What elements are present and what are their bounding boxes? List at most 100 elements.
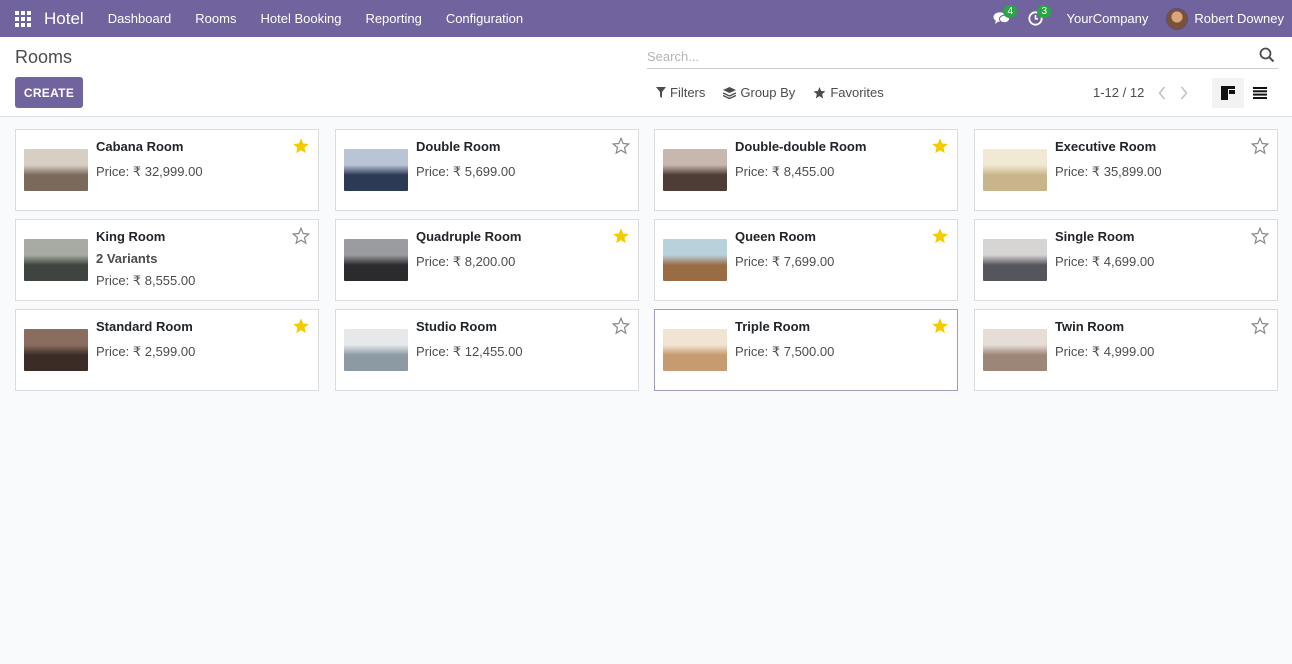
room-price: Price: ₹ 4,999.00 xyxy=(1055,344,1155,359)
room-price: Price: ₹ 8,555.00 xyxy=(96,273,196,288)
filters-button[interactable]: Filters xyxy=(656,85,705,100)
star-icon xyxy=(813,86,826,98)
star-outline-icon[interactable] xyxy=(612,317,630,335)
room-image xyxy=(24,239,88,281)
room-name: Studio Room xyxy=(416,319,497,334)
pager-value[interactable]: 1-12 / 12 xyxy=(1093,85,1144,100)
groupby-button[interactable]: Group By xyxy=(723,85,795,100)
messaging-menu[interactable]: 4 xyxy=(984,0,1018,37)
room-image xyxy=(983,329,1047,371)
room-card[interactable]: Standard Room Price: ₹ 2,599.00 xyxy=(15,309,319,391)
list-icon xyxy=(1253,87,1267,99)
activities-badge: 3 xyxy=(1037,5,1052,18)
menu-dashboard[interactable]: Dashboard xyxy=(96,0,184,37)
room-name: Queen Room xyxy=(735,229,816,244)
room-image xyxy=(983,149,1047,191)
company-switcher[interactable]: YourCompany xyxy=(1066,11,1148,26)
room-image xyxy=(344,239,408,281)
top-navbar: Hotel Dashboard Rooms Hotel Booking Repo… xyxy=(0,0,1292,37)
room-variants: 2 Variants xyxy=(96,251,158,266)
room-image xyxy=(983,239,1047,281)
room-price: Price: ₹ 12,455.00 xyxy=(416,344,523,359)
room-name: Triple Room xyxy=(735,319,811,334)
filters-label: Filters xyxy=(670,85,706,100)
activity-menu[interactable]: 3 xyxy=(1018,0,1052,37)
list-view-button[interactable] xyxy=(1244,78,1276,108)
room-image xyxy=(344,329,408,371)
room-card[interactable]: Cabana Room Price: ₹ 32,999.00 xyxy=(15,129,319,211)
star-filled-icon[interactable] xyxy=(292,137,310,155)
menu-rooms[interactable]: Rooms xyxy=(183,0,248,37)
room-card[interactable]: Studio Room Price: ₹ 12,455.00 xyxy=(335,309,639,391)
star-filled-icon[interactable] xyxy=(931,137,949,155)
room-price: Price: ₹ 8,455.00 xyxy=(735,164,835,179)
room-name: Standard Room xyxy=(96,319,193,334)
room-name: King Room xyxy=(96,229,166,244)
kanban-icon xyxy=(1221,86,1235,100)
room-name: Executive Room xyxy=(1055,139,1157,154)
app-name[interactable]: Hotel xyxy=(44,9,84,29)
create-button[interactable]: CREATE xyxy=(15,77,83,108)
favorites-label: Favorites xyxy=(830,85,884,100)
room-card[interactable]: Double-double Room Price: ₹ 8,455.00 xyxy=(654,129,958,211)
star-outline-icon[interactable] xyxy=(612,137,630,155)
room-price: Price: ₹ 2,599.00 xyxy=(96,344,196,359)
chevron-left-icon[interactable] xyxy=(1158,85,1166,100)
room-card[interactable]: Single Room Price: ₹ 4,699.00 xyxy=(974,219,1278,301)
messages-badge: 4 xyxy=(1003,5,1018,18)
control-panel: Rooms CREATE Filters Group By xyxy=(0,37,1292,117)
menu-reporting[interactable]: Reporting xyxy=(353,0,433,37)
room-image xyxy=(24,329,88,371)
menu-configuration[interactable]: Configuration xyxy=(434,0,535,37)
layers-icon xyxy=(723,86,737,99)
room-image xyxy=(663,149,727,191)
star-filled-icon[interactable] xyxy=(292,317,310,335)
pager: 1-12 / 12 xyxy=(1093,85,1188,100)
star-outline-icon[interactable] xyxy=(1251,137,1269,155)
avatar xyxy=(1166,7,1189,30)
star-outline-icon[interactable] xyxy=(1251,317,1269,335)
room-name: Twin Room xyxy=(1055,319,1125,334)
favorites-button[interactable]: Favorites xyxy=(813,85,884,100)
room-price: Price: ₹ 7,699.00 xyxy=(735,254,835,269)
room-card[interactable]: Queen Room Price: ₹ 7,699.00 xyxy=(654,219,958,301)
star-outline-icon[interactable] xyxy=(1251,227,1269,245)
room-price: Price: ₹ 35,899.00 xyxy=(1055,164,1162,179)
search-input[interactable] xyxy=(647,45,1247,67)
filter-icon xyxy=(656,87,666,98)
room-image xyxy=(663,239,727,281)
page-title: Rooms xyxy=(15,47,73,67)
user-name: Robert Downey xyxy=(1194,11,1284,26)
room-card[interactable]: Triple Room Price: ₹ 7,500.00 xyxy=(654,309,958,391)
room-price: Price: ₹ 5,699.00 xyxy=(416,164,516,179)
room-name: Cabana Room xyxy=(96,139,184,154)
room-price: Price: ₹ 4,699.00 xyxy=(1055,254,1155,269)
search-bar xyxy=(647,45,1278,69)
room-card[interactable]: Executive Room Price: ₹ 35,899.00 xyxy=(974,129,1278,211)
room-image xyxy=(663,329,727,371)
room-price: Price: ₹ 32,999.00 xyxy=(96,164,203,179)
star-filled-icon[interactable] xyxy=(612,227,630,245)
star-outline-icon[interactable] xyxy=(292,227,310,245)
groupby-label: Group By xyxy=(740,85,796,100)
kanban-view-button[interactable] xyxy=(1212,78,1244,108)
chevron-right-icon[interactable] xyxy=(1180,85,1188,100)
room-name: Double-double Room xyxy=(735,139,867,154)
room-name: Quadruple Room xyxy=(416,229,522,244)
star-filled-icon[interactable] xyxy=(931,317,949,335)
room-card[interactable]: Double Room Price: ₹ 5,699.00 xyxy=(335,129,639,211)
room-name: Single Room xyxy=(1055,229,1135,244)
apps-menu-icon[interactable] xyxy=(0,0,46,37)
room-image xyxy=(24,149,88,191)
star-filled-icon[interactable] xyxy=(931,227,949,245)
room-card[interactable]: King Room 2 Variants Price: ₹ 8,555.00 xyxy=(15,219,319,301)
menu-hotel-booking[interactable]: Hotel Booking xyxy=(248,0,353,37)
search-options: Filters Group By Favorites xyxy=(656,85,902,100)
search-icon[interactable] xyxy=(1258,46,1276,64)
room-price: Price: ₹ 8,200.00 xyxy=(416,254,516,269)
room-card[interactable]: Twin Room Price: ₹ 4,999.00 xyxy=(974,309,1278,391)
room-name: Double Room xyxy=(416,139,501,154)
room-image xyxy=(344,149,408,191)
room-card[interactable]: Quadruple Room Price: ₹ 8,200.00 xyxy=(335,219,639,301)
user-menu[interactable]: Robert Downey xyxy=(1166,7,1284,30)
